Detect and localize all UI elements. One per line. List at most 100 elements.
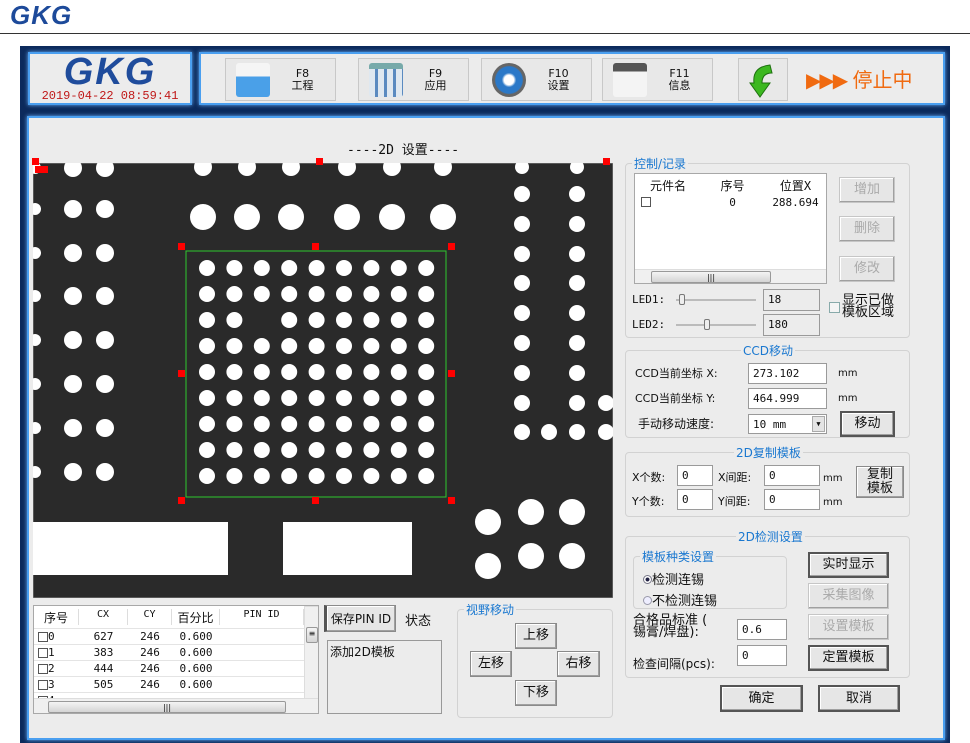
led1-label: LED1: <box>632 293 666 306</box>
pad <box>514 395 530 411</box>
row-index: 0 <box>48 630 55 643</box>
horizontal-scrollbar[interactable]: ||| <box>34 698 318 713</box>
move-down-button[interactable]: 下移 <box>515 680 557 706</box>
pass-standard-input[interactable]: 0.6 <box>737 619 787 640</box>
column-header[interactable]: PIN ID <box>220 609 304 625</box>
green-arrow-icon <box>749 63 773 98</box>
column-header[interactable]: 序号 <box>34 609 79 625</box>
resize-handle[interactable] <box>178 370 185 377</box>
pad <box>96 463 114 481</box>
settings-button[interactable]: F10 设置 <box>481 58 592 101</box>
resize-handle[interactable] <box>41 166 48 173</box>
radio-no-detect-bridge[interactable]: 不检测连锡 <box>643 590 717 609</box>
move-right-button[interactable]: 右移 <box>557 651 600 677</box>
row-checkbox[interactable] <box>38 648 48 658</box>
info-button[interactable]: F11 信息 <box>602 58 713 101</box>
vertical-scrollbar[interactable]: ≡ <box>304 606 318 698</box>
show-region-checkbox[interactable] <box>829 302 840 313</box>
unit-label: mm <box>838 393 858 404</box>
modify-button[interactable]: 修改 <box>839 256 895 282</box>
led2-slider[interactable] <box>676 319 756 330</box>
column-header[interactable]: 序号 <box>701 177 764 194</box>
button-label: 工程 <box>291 78 314 92</box>
horizontal-scrollbar[interactable]: ||| <box>635 269 826 283</box>
ccd-x-input[interactable]: 273.102 <box>748 363 827 384</box>
ok-button[interactable]: 确定 <box>720 685 803 712</box>
table-row[interactable]: 1 383 246 0.600 <box>34 644 304 660</box>
table-row[interactable]: 2 444 246 0.600 <box>34 660 304 676</box>
chevron-down-icon[interactable]: ▼ <box>812 416 825 432</box>
table-cell: 246 <box>140 646 160 659</box>
ccd-y-input[interactable]: 464.999 <box>748 388 827 409</box>
resize-handle[interactable] <box>312 497 319 504</box>
cancel-button[interactable]: 取消 <box>818 685 900 712</box>
copy-template-button[interactable]: 复制 模板 <box>856 466 904 498</box>
table-cell: 0.600 <box>179 646 213 659</box>
led2-value: 180 <box>763 314 820 336</box>
delete-button[interactable]: 删除 <box>839 216 895 242</box>
pad <box>226 468 243 484</box>
save-pin-id-button[interactable]: 保存PIN ID <box>324 605 396 632</box>
project-button[interactable]: F8 工程 <box>225 58 336 101</box>
pad <box>308 390 325 406</box>
x-count-input[interactable]: 0 <box>677 465 713 486</box>
add-button[interactable]: 增加 <box>839 177 895 203</box>
x-pitch-input[interactable]: 0 <box>764 465 820 486</box>
resize-handle[interactable] <box>603 158 610 165</box>
row-checkbox[interactable] <box>38 632 48 642</box>
capture-image-button[interactable]: 采集图像 <box>808 583 889 609</box>
pad <box>336 442 352 458</box>
pad <box>363 312 380 328</box>
resize-handle[interactable] <box>448 370 455 377</box>
status-textbox[interactable]: 添加2D模板 <box>327 640 442 714</box>
camera-image[interactable] <box>33 163 613 598</box>
table-row[interactable]: 0 627 246 0.600 <box>34 628 304 644</box>
pad <box>308 442 325 458</box>
return-button[interactable] <box>738 58 788 101</box>
component-list[interactable]: 元件名 序号 位置X 0 288.694 ||| <box>634 173 827 284</box>
move-button[interactable]: 移动 <box>840 411 895 437</box>
y-pitch-input[interactable]: 0 <box>764 489 820 510</box>
resize-handle[interactable] <box>448 497 455 504</box>
row-pos-x: 288.694 <box>772 196 819 209</box>
row-checkbox[interactable] <box>641 195 651 208</box>
slider-thumb[interactable] <box>679 294 685 305</box>
row-index: 1 <box>48 646 55 659</box>
row-checkbox[interactable] <box>38 664 48 674</box>
pin-table[interactable]: 435052460.60024442460.60013832460.600062… <box>33 605 319 714</box>
speed-select[interactable]: 10 mm ▼ <box>748 414 827 434</box>
resize-handle[interactable] <box>316 158 323 165</box>
resize-handle[interactable] <box>32 158 39 165</box>
table-row[interactable]: 3 505 246 0.600 <box>34 676 304 692</box>
column-header[interactable]: 位置X <box>764 177 826 194</box>
led1-slider[interactable] <box>676 294 756 305</box>
pad <box>363 442 380 458</box>
pad <box>199 312 215 328</box>
key-label: F11 <box>669 66 690 80</box>
column-header[interactable]: 百分比 <box>172 609 220 625</box>
set-template-button[interactable]: 设置模板 <box>808 614 889 640</box>
row-checkbox[interactable] <box>38 680 48 690</box>
move-left-button[interactable]: 左移 <box>470 651 512 677</box>
fix-template-button[interactable]: 定置模板 <box>808 645 889 671</box>
column-header[interactable]: 元件名 <box>635 177 701 194</box>
pad <box>253 364 270 380</box>
pad <box>226 364 243 380</box>
pad <box>64 419 82 437</box>
resize-handle[interactable] <box>178 243 185 250</box>
pad <box>363 416 380 432</box>
key-label: F10 <box>548 66 569 80</box>
column-header[interactable]: CY <box>128 609 172 625</box>
realtime-display-button[interactable]: 实时显示 <box>808 552 889 578</box>
move-up-button[interactable]: 上移 <box>515 623 557 649</box>
slider-thumb[interactable] <box>704 319 710 330</box>
column-header[interactable]: CX <box>79 609 128 625</box>
resize-handle[interactable] <box>448 243 455 250</box>
application-button[interactable]: F9 应用 <box>358 58 469 101</box>
pad <box>390 260 407 276</box>
resize-handle[interactable] <box>178 497 185 504</box>
y-count-input[interactable]: 0 <box>677 489 713 510</box>
resize-handle[interactable] <box>312 243 319 250</box>
interval-input[interactable]: 0 <box>737 645 787 666</box>
radio-detect-bridge[interactable]: 检测连锡 <box>643 569 704 588</box>
